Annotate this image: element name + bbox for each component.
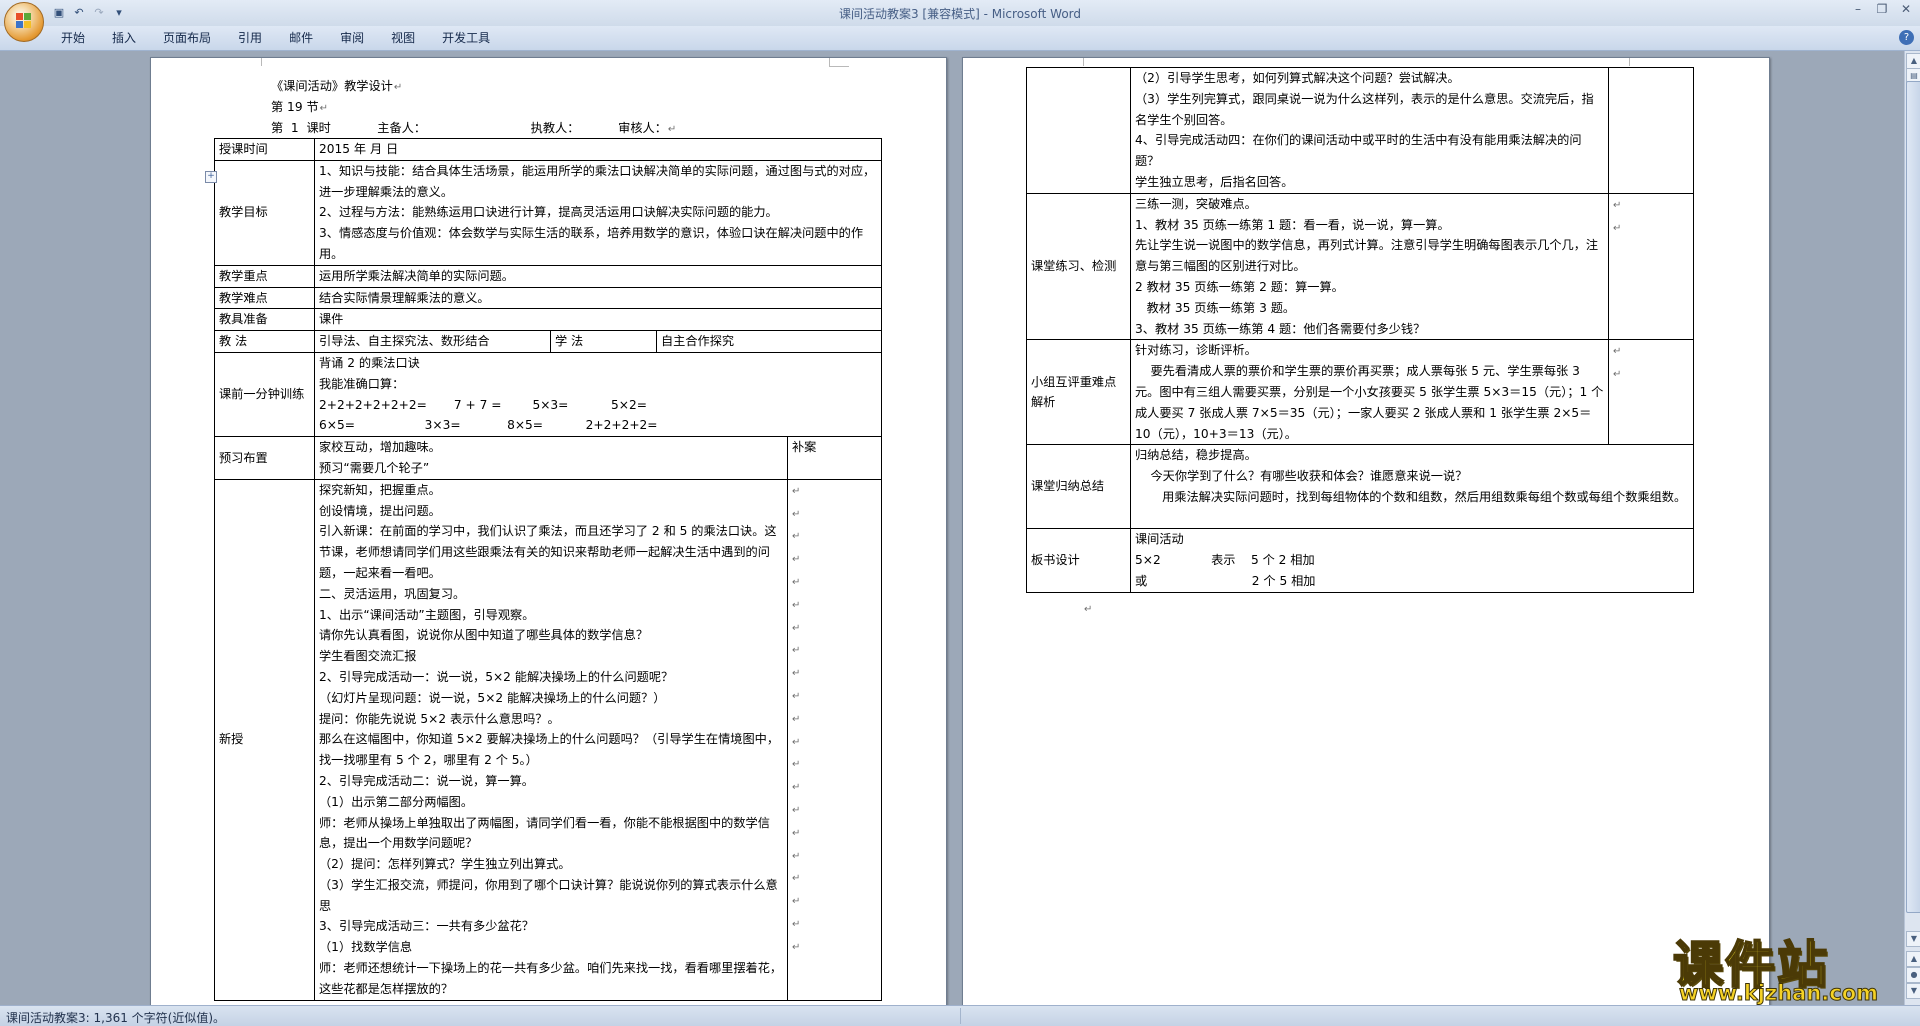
value-key: 运用所学乘法解决简单的实际问题。: [313, 264, 883, 288]
scrollbar-thumb[interactable]: [1906, 81, 1920, 913]
label-summary: 课堂归纳总结: [1026, 444, 1131, 530]
tab-home[interactable]: 开始: [50, 26, 101, 50]
value-goals: 1、知识与技能：结合具体生活场景，能运用所学的乘法口诀解决简单的实际问题，通过图…: [313, 159, 883, 266]
supplement-cell-3: ↵ ↵: [1608, 192, 1694, 341]
label-study: 学 法: [550, 330, 657, 353]
value-method: 引导法、自主探究法、数形结合: [314, 330, 551, 353]
window-title: 课间活动教案3 [兼容模式] - Microsoft Word: [838, 7, 1082, 21]
lesson-plan-table-continued: （2）引导学生思考，如何列算式解决这个问题？尝试解决。 （3）学生列完算式，跟同…: [1026, 67, 1694, 594]
row-board: 板书设计 课间活动 5×2 表示 5 个 2 相加 或 2 个 5 相加: [1026, 528, 1694, 594]
label-time: 授课时间: [214, 138, 315, 161]
label-key: 教学重点: [214, 264, 315, 288]
tab-view[interactable]: 视图: [380, 26, 431, 50]
status-word-count[interactable]: 课间活动教案3: 1,361 个字符(近似值)。: [6, 1009, 225, 1026]
value-board: 课间活动 5×2 表示 5 个 2 相加 或 2 个 5 相加: [1130, 528, 1694, 594]
end-paragraph-mark: ↵: [1084, 604, 1093, 615]
label-method: 教 法: [214, 330, 315, 353]
ribbon-tabs: 开始 插入 页面布局 引用 邮件 审阅 视图 开发工具: [50, 26, 506, 50]
lesson-plan-table: 授课时间 2015 年 月 日 教学目标 1、知识与技能：结合具体生活场景，能运…: [214, 138, 883, 1001]
tab-page-layout[interactable]: 页面布局: [152, 26, 227, 50]
row-preview: 预习布置 家校互动，增加趣味。 预习“需要几个轮子” 补案: [214, 436, 883, 480]
row-summary: 课堂归纳总结 归纳总结，稳步提高。 今天你学到了什么？有哪些收获和体会？谁愿意来…: [1026, 444, 1694, 530]
value-study: 自主合作探究: [655, 330, 883, 353]
tab-review[interactable]: 审阅: [329, 26, 380, 50]
row-goals: 教学目标 1、知识与技能：结合具体生活场景，能运用所学的乘法口诀解决简单的实际问…: [214, 159, 883, 266]
office-logo-icon: [16, 13, 32, 29]
label-group: 小组互评重难点解析: [1026, 339, 1131, 446]
table-move-handle-icon[interactable]: +: [205, 171, 217, 183]
label-practice: 课堂练习、检测: [1026, 192, 1131, 341]
label-board: 板书设计: [1026, 528, 1131, 594]
row-key: 教学重点 运用所学乘法解决简单的实际问题。: [214, 264, 883, 288]
label-tools: 教具准备: [214, 308, 315, 332]
status-bar: 课间活动教案3: 1,361 个字符(近似值)。: [0, 1005, 1920, 1026]
label-difficulty: 教学难点: [214, 286, 315, 310]
watermark-logo: 课件站 www.kjzhan.com: [1665, 925, 1915, 1006]
label-preview: 预习布置: [214, 436, 315, 480]
scroll-up-icon[interactable]: ▲: [1906, 53, 1920, 69]
value-practice: 三练一测，突破难点。 1、教材 35 页练一练第 1 题：看一看，说一说，算一算…: [1130, 192, 1609, 341]
watermark-url: www.kjzhan.com: [1678, 981, 1879, 1006]
office-button[interactable]: [4, 2, 44, 42]
value-group: 针对练习，诊断评析。 要先看清成人票的票价和学生票的票价再买票；成人票每张 5 …: [1130, 339, 1609, 446]
tab-references[interactable]: 引用: [227, 26, 278, 50]
value-preview: 家校互动，增加趣味。 预习“需要几个轮子”: [314, 436, 788, 480]
close-icon[interactable]: ✕: [1894, 0, 1918, 20]
value-new: 探究新知，把握重点。 创设情境，提出问题。 引入新课：在前面的学习中，我们认识了…: [314, 478, 788, 1001]
label-warmup: 课前一分钟训练: [214, 351, 315, 438]
tab-mailings[interactable]: 邮件: [278, 26, 329, 50]
value-time: 2015 年 月 日: [313, 138, 883, 161]
row-warmup: 课前一分钟训练 背诵 2 的乘法口诀 我能准确口算： 2+2+2+2+2+2= …: [214, 351, 883, 438]
vertical-scrollbar[interactable]: ▲ ▤ ▼ ▲ ● ▼: [1904, 51, 1920, 1005]
help-icon[interactable]: ?: [1899, 30, 1914, 45]
value-warmup: 背诵 2 的乘法口诀 我能准确口算： 2+2+2+2+2+2= 7 + 7 = …: [313, 351, 883, 438]
supplement-cell-4: ↵ ↵: [1608, 339, 1694, 446]
label-goals: 教学目标: [214, 159, 315, 266]
window-controls: – ❐ ✕: [1846, 0, 1918, 20]
row-practice: 课堂练习、检测 三练一测，突破难点。 1、教材 35 页练一练第 1 题：看一看…: [1026, 192, 1694, 341]
minimize-icon[interactable]: –: [1846, 0, 1870, 20]
label-continued: [1026, 67, 1131, 194]
ribbon: 开始 插入 页面布局 引用 邮件 审阅 视图 开发工具 ?: [0, 26, 1920, 51]
row-new: 新授 探究新知，把握重点。 创设情境，提出问题。 引入新课：在前面的学习中，我们…: [214, 478, 883, 1001]
label-supplement: 补案: [786, 436, 883, 480]
row-time: 授课时间 2015 年 月 日: [214, 138, 883, 161]
row-difficulty: 教学难点 结合实际情景理解乘法的意义。: [214, 286, 883, 310]
row-method: 教 法 引导法、自主探究法、数形结合 学 法 自主合作探究: [214, 330, 883, 353]
page-1[interactable]: 《课间活动》教学设计↵ 第 19 节↵ 第 1 课时 主备人： 执教人： 审核人…: [150, 57, 947, 1005]
supplement-cell-2: [1608, 67, 1694, 194]
value-continued: （2）引导学生思考，如何列算式解决这个问题？尝试解决。 （3）学生列完算式，跟同…: [1130, 67, 1609, 194]
value-tools: 课件: [313, 308, 883, 332]
page-2[interactable]: （2）引导学生思考，如何列算式解决这个问题？尝试解决。 （3）学生列完算式，跟同…: [962, 57, 1770, 1005]
row-group: 小组互评重难点解析 针对练习，诊断评析。 要先看清成人票的票价和学生票的票价再买…: [1026, 339, 1694, 446]
value-difficulty: 结合实际情景理解乘法的意义。: [313, 286, 883, 310]
section-line: 第 19 节↵: [271, 100, 329, 114]
status-divider: [960, 1008, 961, 1024]
label-new: 新授: [214, 478, 315, 1001]
tab-insert[interactable]: 插入: [101, 26, 152, 50]
doc-title: 《课间活动》教学设计↵: [271, 79, 403, 93]
title-bar: ▣ ↶ ↷ ▾ 课间活动教案3 [兼容模式] - Microsoft Word …: [0, 0, 1920, 27]
value-summary: 归纳总结，稳步提高。 今天你学到了什么？有哪些收获和体会？谁愿意来说一说？ 用乘…: [1130, 444, 1694, 530]
tab-developer[interactable]: 开发工具: [431, 26, 506, 50]
document-area[interactable]: 《课间活动》教学设计↵ 第 19 节↵ 第 1 课时 主备人： 执教人： 审核人…: [0, 51, 1904, 1005]
maximize-icon[interactable]: ❐: [1870, 0, 1894, 20]
row-continued: （2）引导学生思考，如何列算式解决这个问题？尝试解决。 （3）学生列完算式，跟同…: [1026, 67, 1694, 194]
row-tools: 教具准备 课件: [214, 308, 883, 332]
supplement-cell: ↵ ↵ ↵ ↵ ↵ ↵ ↵ ↵ ↵ ↵ ↵ ↵ ↵ ↵ ↵ ↵ ↵ ↵ ↵ ↵ ↵: [786, 478, 883, 1001]
